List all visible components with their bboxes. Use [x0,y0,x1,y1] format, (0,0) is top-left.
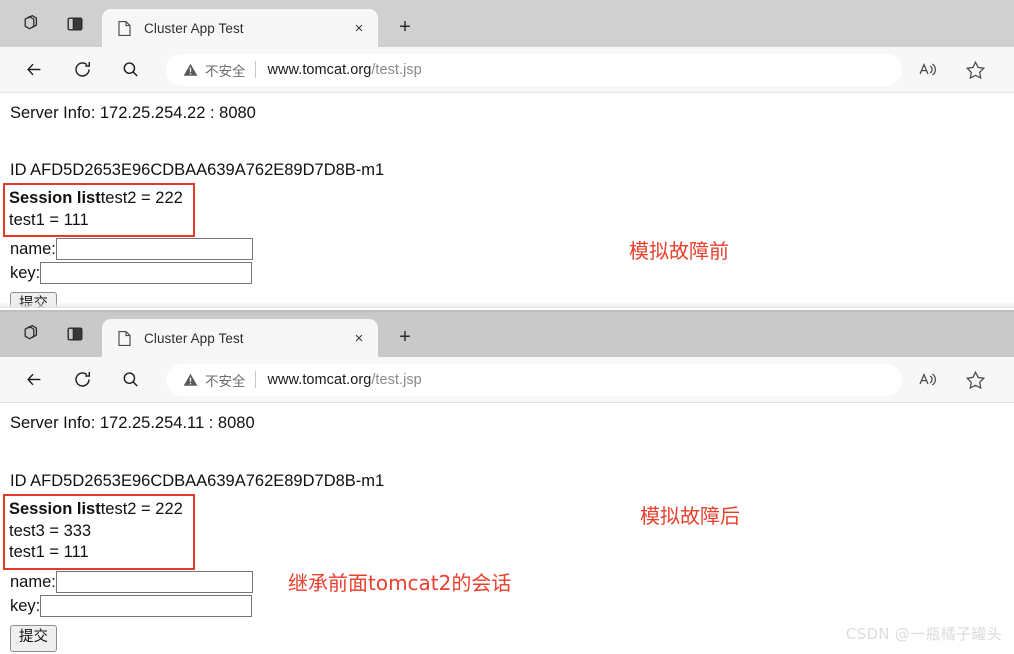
security-warning-label: 不安全 [205,373,246,389]
new-tab-button[interactable]: + [388,320,422,354]
split-screen-icon[interactable] [62,321,88,347]
name-input[interactable] [55,571,253,594]
name-label: name: [10,572,56,591]
tab-strip-left-icons [8,0,102,47]
server-info-text: Server Info: 172.25.254.11 : 8080 [10,414,255,432]
back-arrow-icon[interactable] [17,363,51,397]
tab-strip-top: Cluster App Test × + [0,0,1014,47]
session-entry: test2 = 222 [100,499,183,518]
close-icon[interactable]: × [348,17,370,39]
navigation-bar-top: 不安全 www.tomcat.org/test.jsp [0,47,1014,93]
form-row-key: key: [10,595,1014,618]
navigation-right-icons [910,363,1004,397]
key-label: key: [10,263,41,282]
session-list-header: Session listtest2 = 222 [9,188,183,210]
tab-title: Cluster App Test [144,20,244,36]
name-input[interactable] [55,238,253,261]
url-text: www.tomcat.org/test.jsp [268,372,422,388]
warning-triangle-icon [182,372,198,388]
server-info-text: Server Info: 172.25.254.22 : 8080 [10,104,256,122]
url-host: www.tomcat.org [267,371,372,388]
url-path: /test.jsp [371,371,422,388]
session-entry: test2 = 222 [100,188,183,207]
tab-cluster-app-test[interactable]: Cluster App Test × [102,319,378,357]
name-label: name: [10,239,56,258]
key-input[interactable] [40,595,253,618]
address-bar[interactable]: 不安全 www.tomcat.org/test.jsp [166,363,902,396]
session-list-box: Session listtest2 = 222 test1 = 111 [3,182,195,238]
navigation-right-icons [910,53,1004,87]
url-text: www.tomcat.org/test.jsp [268,62,422,78]
session-id-text: ID AFD5D2653E96CDBAA639A762E89D7D8B-m1 [10,471,385,490]
address-divider [254,371,256,388]
tab-cluster-app-test[interactable]: Cluster App Test × [102,9,378,47]
new-tab-button[interactable]: + [388,10,422,44]
read-aloud-icon[interactable] [910,53,944,87]
session-list-label: Session list [9,188,101,207]
watermark: CSDN @一瓶橘子罐头 [845,625,1002,643]
read-aloud-icon[interactable] [910,363,944,397]
annotation-inherit-session: 继承前面tomcat2的会话 [288,571,512,595]
tab-title: Cluster App Test [144,330,244,346]
submit-button[interactable]: 提交 [10,292,57,308]
form-row-key: key: [10,262,1014,285]
star-icon[interactable] [958,363,992,397]
browser-window-bottom: Cluster App Test × + 不安全 www.tomcat.org/… [0,310,1014,654]
search-icon[interactable] [113,53,147,87]
session-list-label: Session list [9,499,101,518]
screenshot-root: Cluster App Test × + 不安全 www.tomcat.org/… [0,0,1014,654]
session-form-top: name: key: 提交 [10,238,1014,308]
form-row-name: name: [10,571,1014,594]
key-label: key: [10,596,41,615]
tab-actions-icon[interactable] [18,321,44,347]
reload-icon[interactable] [65,53,99,87]
warning-triangle-icon [182,62,198,78]
search-icon[interactable] [113,363,147,397]
reload-icon[interactable] [65,363,99,397]
close-icon[interactable]: × [348,327,370,349]
address-bar[interactable]: 不安全 www.tomcat.org/test.jsp [166,53,902,86]
session-list-box: Session listtest2 = 222 test3 = 333 test… [3,493,195,571]
page-content-bottom: Server Info: 172.25.254.11 : 8080 ID AFD… [0,403,1014,654]
submit-button[interactable]: 提交 [10,625,57,652]
session-id-text: ID AFD5D2653E96CDBAA639A762E89D7D8B-m1 [10,160,385,179]
tab-actions-icon[interactable] [18,11,44,37]
page-icon [115,19,133,37]
key-input[interactable] [40,262,253,285]
annotation-before-failure: 模拟故障前 [629,239,729,263]
star-icon[interactable] [958,53,992,87]
page-content-top: Server Info: 172.25.254.22 : 8080 ID AFD… [0,93,1014,308]
navigation-bar-bottom: 不安全 www.tomcat.org/test.jsp [0,357,1014,403]
back-arrow-icon[interactable] [17,53,51,87]
address-divider [254,61,256,78]
session-entry: test3 = 333 [9,521,92,540]
page-icon [115,329,133,347]
browser-window-top: Cluster App Test × + 不安全 www.tomcat.org/… [0,0,1014,308]
split-screen-icon[interactable] [62,11,88,37]
session-entry: test1 = 111 [9,543,89,562]
annotation-after-failure: 模拟故障后 [640,504,740,528]
tab-strip-left-icons [8,310,102,357]
tab-strip-bottom: Cluster App Test × + [0,310,1014,357]
session-list-header: Session listtest2 = 222 [9,499,183,521]
url-host: www.tomcat.org [267,61,372,78]
url-path: /test.jsp [371,61,422,78]
security-warning-label: 不安全 [205,63,246,79]
session-entry: test1 = 111 [9,210,89,229]
form-row-name: name: [10,238,1014,261]
